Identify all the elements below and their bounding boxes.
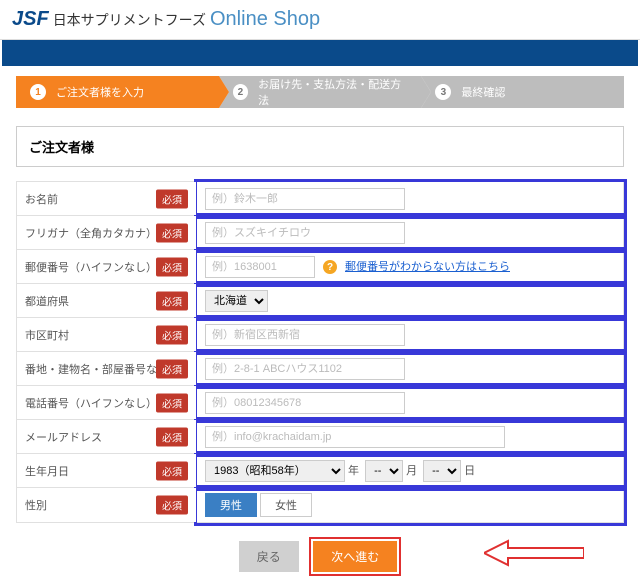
header: JSF 日本サプリメントフーズ Online Shop: [0, 0, 640, 40]
step-3: 3最終確認: [421, 76, 624, 108]
label-kana: フリガナ（全角カタカナ）: [25, 228, 157, 240]
required-badge: 必須: [156, 189, 188, 208]
label-gender: 性別: [25, 500, 47, 512]
logo-shop: Online Shop: [210, 8, 320, 31]
city-input[interactable]: [205, 324, 405, 346]
label-addr: 番地・建物名・部屋番号など: [25, 364, 168, 376]
kana-input[interactable]: [205, 222, 405, 244]
help-icon[interactable]: ?: [323, 260, 337, 274]
label-mail: メールアドレス: [25, 432, 102, 444]
logo-jp: 日本サプリメントフーズ: [53, 10, 206, 30]
form-table: お名前必須 フリガナ（全角カタカナ）必須 郵便番号（ハイフンなし）必須 ?郵便番…: [16, 181, 624, 523]
logo-prefix: JSF: [12, 8, 49, 31]
pref-select[interactable]: 北海道: [205, 290, 268, 312]
section-title: ご注文者様: [16, 126, 624, 167]
label-name: お名前: [25, 194, 58, 206]
label-zip: 郵便番号（ハイフンなし）: [25, 262, 157, 274]
next-button[interactable]: 次へ進む: [313, 541, 397, 572]
label-pref: 都道府県: [25, 296, 69, 308]
dob-month-select[interactable]: --: [365, 460, 403, 482]
mail-input[interactable]: [205, 426, 505, 448]
back-button[interactable]: 戻る: [239, 541, 299, 572]
dob-year-select[interactable]: 1983（昭和58年）: [205, 460, 345, 482]
next-highlight: 次へ進む: [309, 537, 401, 576]
gender-male-button[interactable]: 男性: [205, 493, 257, 517]
arrow-annotation: [484, 539, 584, 572]
gender-female-button[interactable]: 女性: [260, 493, 312, 517]
progress-steps: 1ご注文者様を入力 2お届け先・支払方法・配送方法 3最終確認: [16, 76, 624, 108]
nav-bar: [2, 40, 638, 66]
name-input[interactable]: [205, 188, 405, 210]
addr-input[interactable]: [205, 358, 405, 380]
step-2: 2お届け先・支払方法・配送方法: [219, 76, 422, 108]
label-city: 市区町村: [25, 330, 69, 342]
step-1: 1ご注文者様を入力: [16, 76, 219, 108]
tel-input[interactable]: [205, 392, 405, 414]
zip-help-link[interactable]: 郵便番号がわからない方はこちら: [345, 261, 510, 273]
zip-input[interactable]: [205, 256, 315, 278]
label-dob: 生年月日: [25, 466, 69, 478]
dob-day-select[interactable]: --: [423, 460, 461, 482]
label-tel: 電話番号（ハイフンなし）: [25, 398, 157, 410]
